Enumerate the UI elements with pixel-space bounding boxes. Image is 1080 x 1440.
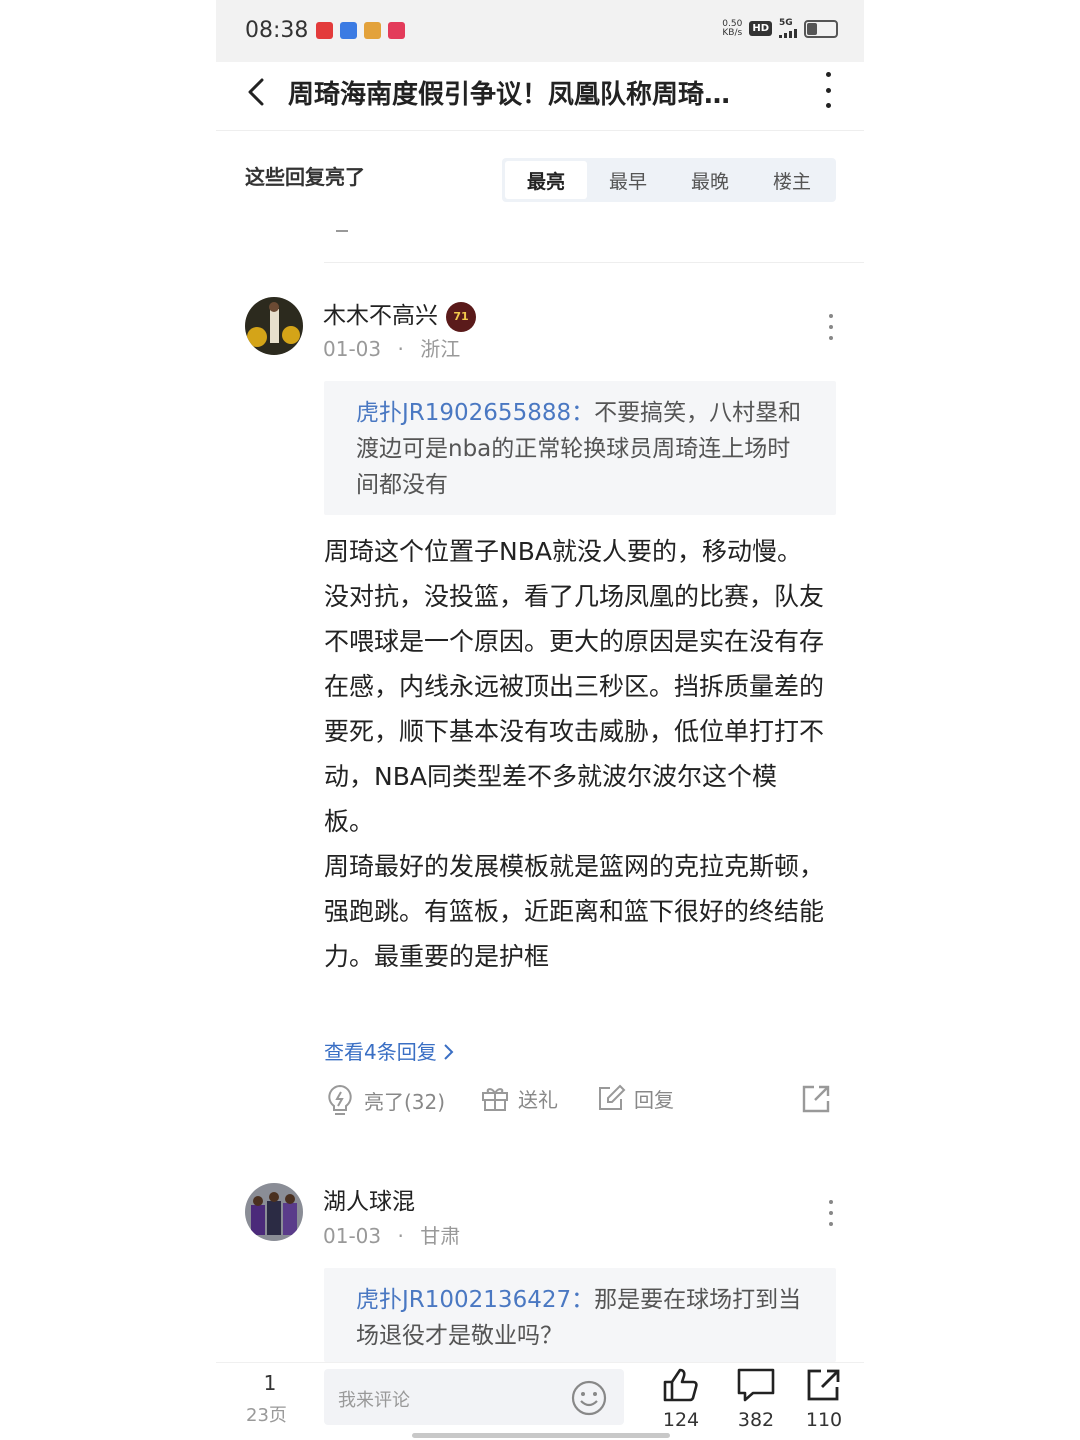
app-notification-icon: [316, 22, 333, 39]
avatar[interactable]: [245, 297, 303, 355]
hd-icon: HD: [749, 21, 772, 36]
battery-icon: [804, 19, 838, 38]
more-options-icon[interactable]: [820, 72, 836, 108]
chevron-right-icon: [444, 1044, 454, 1060]
comment-paragraph: 周琦这个位置子NBA就没人要的，移动慢。没对抗，没投篮，看了几场凤凰的比赛，队友…: [324, 537, 825, 836]
network-type: 5G: [779, 18, 793, 28]
tab-brightest[interactable]: 最亮: [505, 161, 587, 199]
meta-separator: ·: [397, 337, 404, 361]
like-label[interactable]: 亮了(32): [364, 1086, 445, 1115]
lightbulb-icon: [328, 1084, 352, 1115]
back-icon[interactable]: [242, 76, 272, 106]
share-button[interactable]: [800, 1083, 832, 1115]
comment-date: 01-03: [323, 337, 382, 361]
share-total-button[interactable]: 110: [799, 1367, 849, 1431]
status-bar: 08:38 0.50 KB/s HD 5G: [216, 0, 864, 62]
divider: [336, 230, 348, 232]
tab-op[interactable]: 楼主: [751, 161, 833, 199]
quoted-reply: 虎扑JR1902655888：不要搞笑，八村塁和渡边可是nba的正常轮换球员周琦…: [324, 381, 836, 515]
comment-location: 浙江: [420, 337, 461, 361]
username[interactable]: 木木不高兴 71: [323, 296, 476, 332]
gift-icon: [482, 1088, 508, 1111]
tab-earliest[interactable]: 最早: [587, 161, 669, 199]
sort-tabs: 最亮 最早 最晚 楼主: [502, 158, 836, 202]
notification-icons: [316, 22, 405, 39]
page-current[interactable]: 1: [261, 1371, 279, 1395]
comment-input[interactable]: 我来评论: [324, 1369, 624, 1425]
comment-more-icon[interactable]: [828, 314, 834, 340]
edit-icon: [599, 1084, 626, 1110]
app-notification-icon: [340, 22, 357, 39]
username[interactable]: 湖人球混: [323, 1182, 415, 1216]
comment-actions: 亮了(32) 送礼 回复: [324, 1083, 836, 1123]
comment-location: 甘肃: [420, 1224, 461, 1248]
home-indicator[interactable]: [412, 1433, 670, 1438]
comments-button[interactable]: 382: [731, 1367, 781, 1431]
comment-body: 周琦这个位置子NBA就没人要的，移动慢。没对抗，没投篮，看了几场凤凰的比赛，队友…: [324, 529, 824, 979]
status-indicators: 0.50 KB/s HD 5G: [722, 19, 838, 38]
signal-icon: 5G: [779, 19, 797, 38]
like-count: 124: [662, 1409, 700, 1431]
net-speed: 0.50 KB/s: [722, 19, 743, 38]
quoted-reply: 虎扑JR1002136427：那是要在球场打到当场退役才是敬业吗？: [324, 1268, 836, 1362]
comment-meta: 01-03 · 浙江: [323, 333, 460, 362]
signal-bars: [779, 28, 797, 38]
sort-bar: 这些回复亮了 最亮 最早 最晚 楼主: [216, 131, 864, 231]
gift-button[interactable]: 送礼: [480, 1083, 558, 1113]
gift-label[interactable]: 送礼: [518, 1084, 558, 1113]
app-screen: 08:38 0.50 KB/s HD 5G 周琦海南度假引争议！凤凰队称周琦… …: [216, 0, 864, 1440]
app-notification-icon: [388, 22, 405, 39]
comment-bubble-icon: [737, 1368, 775, 1402]
divider: [324, 262, 864, 263]
tab-latest[interactable]: 最晚: [669, 161, 751, 199]
app-notification-icon: [364, 22, 381, 39]
emoji-icon[interactable]: [570, 1379, 608, 1417]
meta-separator: ·: [397, 1224, 404, 1248]
share-icon: [802, 1085, 830, 1113]
comment-placeholder[interactable]: 我来评论: [338, 1386, 410, 1412]
comment-more-icon[interactable]: [828, 1200, 834, 1226]
comment-date: 01-03: [323, 1224, 382, 1248]
comment-count: 382: [737, 1409, 775, 1431]
title-bar: 周琦海南度假引争议！凤凰队称周琦…: [216, 62, 864, 131]
like-button[interactable]: 亮了(32): [324, 1083, 445, 1117]
view-replies-link[interactable]: 查看4条回复: [324, 1036, 455, 1065]
reply-label[interactable]: 回复: [634, 1084, 674, 1113]
share-icon: [807, 1369, 840, 1401]
net-speed-unit: KB/s: [722, 27, 743, 38]
view-replies-label[interactable]: 查看4条回复: [324, 1040, 443, 1064]
like-total-button[interactable]: 124: [656, 1367, 706, 1431]
page-total[interactable]: 23页: [246, 1401, 287, 1427]
comment-paragraph: 周琦最好的发展模板就是篮网的克拉克斯顿，强跑跳。有篮板，近距离和篮下很好的终结能…: [324, 852, 825, 971]
reply-button[interactable]: 回复: [596, 1083, 674, 1113]
status-time: 08:38: [245, 18, 309, 43]
page-title: 周琦海南度假引争议！凤凰队称周琦…: [288, 80, 731, 110]
avatar[interactable]: [245, 1183, 303, 1241]
thumbs-up-icon: [663, 1368, 698, 1402]
section-label: 这些回复亮了: [245, 165, 365, 189]
username-text[interactable]: 木木不高兴: [323, 303, 438, 329]
bottom-bar: 1 23页 我来评论 124 382 110: [216, 1362, 864, 1440]
team-badge-icon: 71: [446, 301, 476, 332]
comment-meta: 01-03 · 甘肃: [323, 1220, 460, 1249]
share-count: 110: [805, 1409, 843, 1431]
quoted-username[interactable]: 虎扑JR1902655888：: [356, 400, 594, 426]
quoted-username[interactable]: 虎扑JR1002136427：: [356, 1287, 594, 1313]
